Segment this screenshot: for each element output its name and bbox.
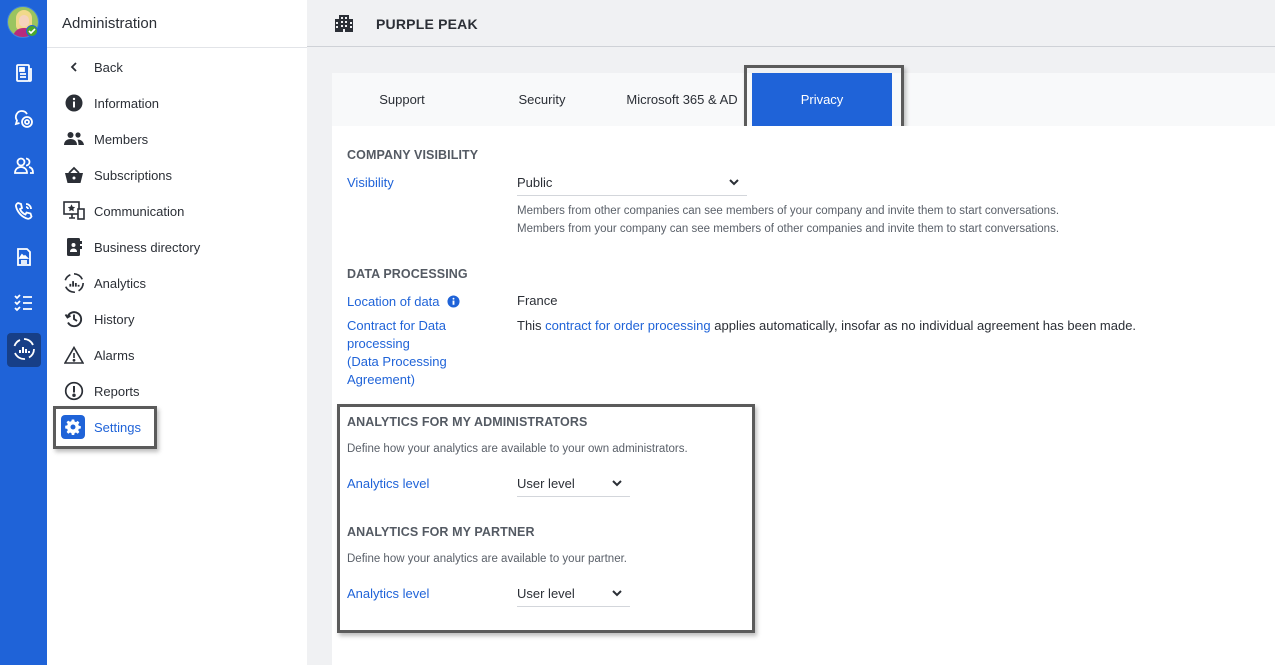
phone-call-icon [13,200,35,225]
sidebar-item-label: Alarms [94,347,135,363]
sidebar-item-label: Communication [94,203,185,219]
analytics-icon [12,337,36,364]
sidebar-item-label: Analytics [94,275,147,291]
contract-description: This contract for order processing appli… [517,317,1136,335]
sidebar-item-history[interactable]: History [63,306,134,332]
sidebar-item-label: Subscriptions [94,167,173,183]
tab-microsoft-365-ad[interactable]: Microsoft 365 & AD [612,73,752,126]
analytics-partner-level-value: User level [517,586,575,601]
tab-security[interactable]: Security [472,73,612,126]
info-icon[interactable] [447,295,460,313]
chevron-down-icon [612,480,622,487]
rail-item-documents[interactable] [7,241,41,275]
rail-item-conversations[interactable] [7,103,41,137]
sidebar-item-label: Members [94,131,149,147]
report-icon [63,380,85,402]
location-of-data-text: Location of data [347,294,440,309]
sidebar-item-label: Back [94,59,123,75]
building-icon [334,14,354,35]
sidebar-item-label: Reports [94,383,140,399]
contract-label: Contract for Data processing (Data Proce… [347,317,447,389]
contract-label-line: Contract for Data [347,318,446,333]
contract-prefix: This [517,318,546,333]
visibility-help-line-2: Members from your company can see member… [517,223,1060,235]
online-status-badge [26,25,38,37]
tab-support[interactable]: Support [332,73,472,126]
analytics-partner-level-select[interactable]: User level [517,581,630,607]
admin-sidebar: Administration Back Information Members … [47,0,307,665]
sidebar-item-back[interactable]: Back [63,54,123,80]
analytics-admins-level-label: Analytics level [347,476,430,491]
rail-item-tasks[interactable] [7,287,41,321]
main-content: PURPLE PEAK Support Security Microsoft 3… [307,0,1275,665]
sidebar-item-communication[interactable]: Communication [63,198,184,224]
analytics-partner-level-label: Analytics level [347,586,430,601]
contract-suffix: applies automatically, insofar as no ind… [710,318,1137,333]
rail-item-analytics[interactable] [7,333,41,367]
sidebar-item-label: Settings [94,419,141,435]
contract-link[interactable]: contract for order processing [545,318,710,333]
sidebar-item-settings[interactable]: Settings [61,414,141,440]
gear-icon [61,415,85,439]
analytics-admins-level-select[interactable]: User level [517,471,630,497]
settings-tabs: Support Security Microsoft 365 & AD Priv… [332,73,1275,126]
sidebar-item-members[interactable]: Members [63,126,148,152]
chevron-down-icon [729,179,739,186]
sidebar-item-label: Information [94,95,160,111]
location-of-data-value: France [517,293,558,308]
contract-label-line: (Data Processing [347,354,447,369]
directory-icon [63,236,85,258]
company-name: PURPLE PEAK [376,16,478,32]
section-title-analytics-partner: ANALYTICS FOR MY PARTNER [347,525,535,539]
sidebar-item-reports[interactable]: Reports [63,378,140,404]
visibility-label: Visibility [347,175,394,190]
document-image-icon [14,247,34,270]
sidebar-title: Administration [62,15,158,32]
section-title-analytics-admins: ANALYTICS FOR MY ADMINISTRATORS [347,415,588,429]
visibility-select[interactable]: Public [517,170,747,196]
sidebar-item-label: Business directory [94,239,201,255]
analytics-admins-level-value: User level [517,476,575,491]
warning-icon [63,344,85,366]
sidebar-item-alarms[interactable]: Alarms [63,342,134,368]
analytics-partner-description: Define how your analytics are available … [347,553,627,565]
section-title-data-processing: DATA PROCESSING [347,267,468,281]
visibility-value: Public [517,175,553,190]
rail-item-contacts[interactable] [7,150,41,184]
company-header: PURPLE PEAK [307,0,1275,47]
analytics-admins-description: Define how your analytics are available … [347,443,688,455]
checklist-icon [13,292,35,317]
sidebar-item-subscriptions[interactable]: Subscriptions [63,162,172,188]
analytics-icon [63,272,85,294]
rail-item-calls[interactable] [7,195,41,229]
sidebar-item-business-directory[interactable]: Business directory [63,234,200,260]
info-icon [63,92,85,114]
visibility-help-line-1: Members from other companies can see mem… [517,205,1060,217]
members-icon [63,128,85,150]
sidebar-item-information[interactable]: Information [63,90,159,116]
chevron-left-icon [63,56,85,78]
history-icon [63,308,85,330]
contract-label-line: Agreement) [347,372,415,387]
chat-bubbles-icon [13,108,35,133]
sidebar-divider [47,47,307,48]
privacy-panel: COMPANY VISIBILITY Visibility Public Mem… [332,126,1275,665]
tab-privacy[interactable]: Privacy [752,73,892,126]
contacts-icon [13,155,35,180]
contract-label-line: processing [347,336,410,351]
app-rail [0,0,47,665]
newspaper-icon [14,63,34,86]
basket-icon [63,164,85,186]
sidebar-item-label: History [94,311,135,327]
sidebar-item-analytics[interactable]: Analytics [63,270,146,296]
section-title-company-visibility: COMPANY VISIBILITY [347,148,479,162]
communication-icon [63,200,85,222]
location-of-data-label: Location of data [347,293,460,313]
rail-item-news[interactable] [7,57,41,91]
chevron-down-icon [612,590,622,597]
